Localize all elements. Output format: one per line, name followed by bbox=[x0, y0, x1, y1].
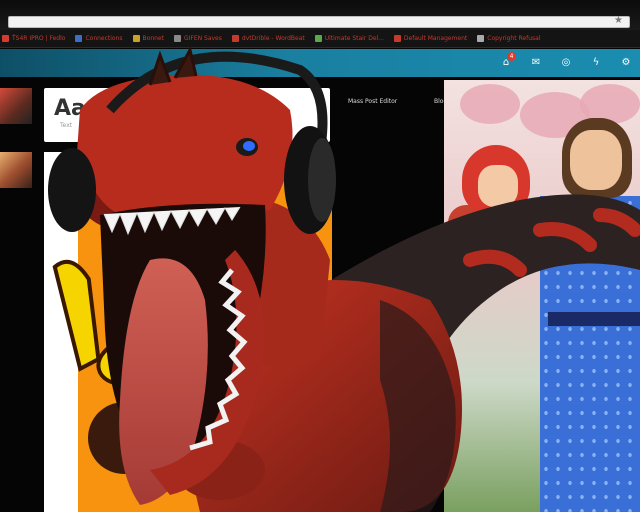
headphones-left-cup bbox=[48, 148, 96, 232]
dino-head bbox=[74, 74, 293, 225]
dino-eye-glow bbox=[243, 141, 255, 151]
dinosaur-avatar-overlay bbox=[48, 45, 640, 512]
headphones-right-cup-rim bbox=[308, 138, 336, 222]
screen-recording-frame: ★ T̈S4R IPRO | Fedlo Connections Bonnet … bbox=[0, 0, 640, 512]
